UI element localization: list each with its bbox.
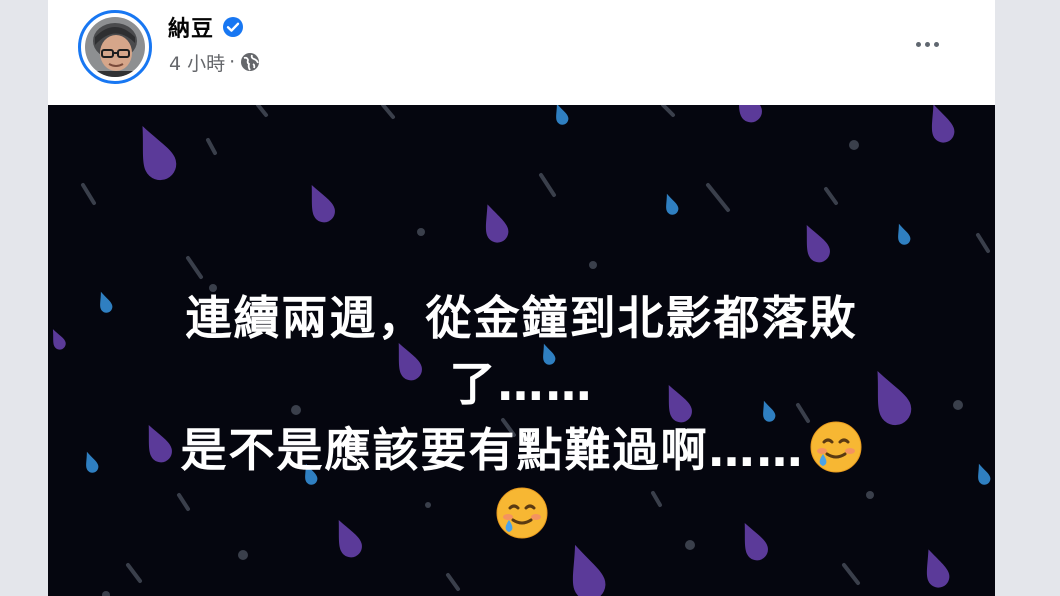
post-meta: 4 小時 · [169, 48, 261, 76]
verified-badge-icon [222, 16, 244, 38]
profile-avatar-ring[interactable] [78, 10, 152, 84]
post-background: 連續兩週，從金鐘到北影都落敗 了…… 是不是應該要有點難過啊…… [48, 105, 995, 596]
smiling-face-with-tear-icon [495, 486, 549, 540]
post-text-line-4 [96, 483, 947, 549]
author-name[interactable]: 納豆 [168, 11, 214, 43]
smiling-face-with-tear-icon [809, 420, 863, 474]
post-text-line-3: 是不是應該要有點難過啊…… [180, 423, 805, 477]
post-text-line-3-wrap: 是不是應該要有點難過啊…… [96, 417, 947, 483]
author-row: 納豆 [168, 12, 244, 42]
more-options-button[interactable] [905, 24, 949, 64]
app-frame: 納豆 4 小時 · 連續兩週，從金鐘到北影都落敗 了…… 是不是應該要有點難過啊… [0, 0, 1060, 596]
more-dot [924, 41, 930, 47]
post-message: 連續兩週，從金鐘到北影都落敗 了…… 是不是應該要有點難過啊…… [96, 285, 947, 549]
avatar[interactable] [85, 17, 145, 77]
post-header: 納豆 4 小時 · [48, 0, 995, 105]
post-text-line-1: 連續兩週，從金鐘到北影都落敗 [185, 291, 858, 345]
more-dot [933, 41, 939, 47]
post-card: 納豆 4 小時 · 連續兩週，從金鐘到北影都落敗 了…… 是不是應該要有點難過啊… [48, 0, 995, 596]
post-timestamp[interactable]: 4 小時 [169, 49, 225, 76]
post-text-line-2: 了…… [449, 357, 594, 411]
globe-icon[interactable] [239, 51, 261, 73]
meta-separator: · [229, 51, 236, 73]
more-horizontal-icon [915, 41, 921, 47]
